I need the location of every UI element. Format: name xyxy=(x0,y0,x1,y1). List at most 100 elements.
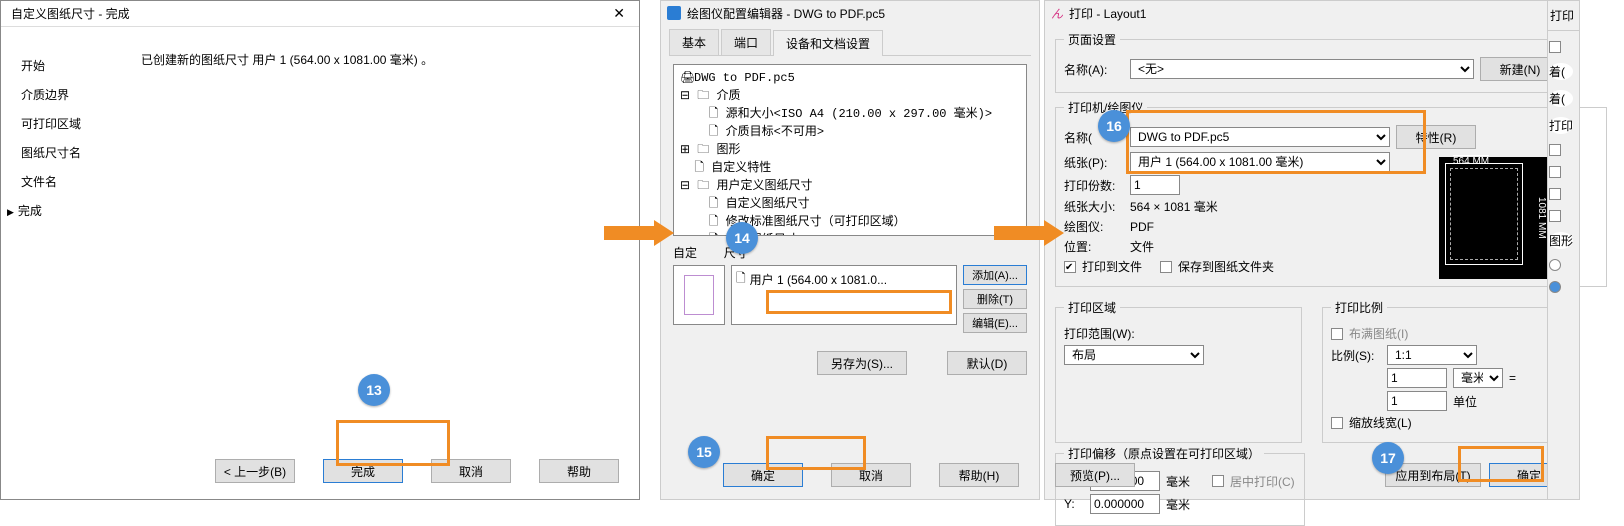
save-as-button[interactable]: 另存为(S)... xyxy=(817,351,907,375)
ok-button[interactable]: 确定 xyxy=(723,463,803,487)
edit-button[interactable]: 编辑(E)... xyxy=(963,313,1027,333)
clipped-check-4[interactable] xyxy=(1549,210,1561,222)
config-tree[interactable]: 🖨DWG to PDF.pc5 ⊟ 🗀 介质 🗋 源和大小<ISO A4 (21… xyxy=(673,64,1027,236)
tab-strip: 基本 端口 设备和文档设置 xyxy=(669,29,1031,56)
preview-sheet xyxy=(1445,163,1523,265)
clipped-right-panel: 打印 着( 着( 打印 图形 xyxy=(1547,1,1579,499)
scale-lineweight-label: 缩放线宽(L) xyxy=(1349,414,1412,431)
plotter-label: 绘图仪: xyxy=(1064,218,1124,235)
scale-unit-input[interactable] xyxy=(1387,391,1447,411)
tree-media[interactable]: 介质 xyxy=(716,89,740,103)
print-to-file-checkbox[interactable] xyxy=(1064,261,1076,273)
step-media-bounds: 介质边界 xyxy=(21,80,121,109)
tab-basic[interactable]: 基本 xyxy=(669,29,719,55)
plotter-value: PDF xyxy=(1130,220,1154,234)
dialog-title: 绘图仪配置编辑器 - DWG to PDF.pc5 xyxy=(687,5,885,22)
dialog-custom-paper-complete: 自定义图纸尺寸 - 完成 ✕ 开始 介质边界 可打印区域 图纸尺寸名 文件名 完… xyxy=(0,0,640,500)
paper-size-value: 564 × 1081 毫米 xyxy=(1130,198,1218,215)
callout-14: 14 xyxy=(726,222,758,254)
finish-button[interactable]: 完成 xyxy=(323,459,403,483)
copies-input[interactable] xyxy=(1130,175,1180,195)
clipped-text-2: 着( xyxy=(1549,90,1573,107)
mm-label: 毫米 xyxy=(1166,496,1190,513)
paper-label: 纸张(P): xyxy=(1064,154,1124,171)
dialog-title: 自定义图纸尺寸 - 完成 xyxy=(9,5,130,22)
tree-custom-props[interactable]: 自定义特性 xyxy=(711,161,771,175)
title-bar: ん 打印 - Layout1 xyxy=(1045,1,1579,25)
step-start: 开始 xyxy=(21,51,121,80)
tree-user-paper[interactable]: 用户定义图纸尺寸 xyxy=(716,179,812,193)
scale-lineweight-checkbox[interactable] xyxy=(1331,417,1343,429)
scale-select[interactable]: 1:1 xyxy=(1387,345,1477,365)
custom-paper-list[interactable]: 🗋 用户 1 (564.00 x 1081.0... xyxy=(731,265,957,325)
fit-to-paper-checkbox[interactable] xyxy=(1331,328,1343,340)
print-range-select[interactable]: 布局 xyxy=(1064,345,1204,365)
tree-root[interactable]: DWG to PDF.pc5 xyxy=(694,71,795,85)
step-file-name: 文件名 xyxy=(21,167,121,196)
clipped-text-4: 图形 xyxy=(1549,232,1573,249)
clipped-text-1: 着( xyxy=(1549,63,1573,80)
close-icon[interactable]: ✕ xyxy=(611,5,631,22)
page-setup-name-select[interactable]: <无> xyxy=(1130,59,1474,79)
app-icon: ん xyxy=(1051,5,1063,22)
clipped-check-3[interactable] xyxy=(1549,188,1561,200)
title-bar: 绘图仪配置编辑器 - DWG to PDF.pc5 xyxy=(661,1,1039,25)
copies-label: 打印份数: xyxy=(1064,177,1124,194)
tree-source-size[interactable]: 源和大小<ISO A4 (210.00 x 297.00 毫米)> xyxy=(726,107,992,121)
clipped-check-1[interactable] xyxy=(1549,144,1561,156)
group-print-area: 打印区域 打印范围(W): 布局 xyxy=(1055,299,1302,443)
clipped-tab[interactable]: 打印 xyxy=(1548,1,1579,31)
clipped-gap-icon xyxy=(1549,41,1561,53)
help-button[interactable]: 帮助(H) xyxy=(939,463,1019,487)
clipped-radio-2[interactable] xyxy=(1549,281,1561,293)
page-icon: 🗋 xyxy=(736,269,746,290)
fit-to-paper-label: 布满图纸(I) xyxy=(1349,325,1408,342)
clipped-options: 着( 着( 打印 图形 xyxy=(1549,41,1573,293)
name-label: 名称(A): xyxy=(1064,61,1124,78)
cancel-button[interactable]: 取消 xyxy=(431,459,511,483)
paper-select[interactable]: 用户 1 (564.00 x 1081.00 毫米) xyxy=(1130,152,1390,172)
offset-y-input[interactable] xyxy=(1090,494,1160,514)
delete-button[interactable]: 删除(T) xyxy=(963,289,1027,309)
legend-page-setup: 页面设置 xyxy=(1064,31,1120,48)
tree-custom-paper[interactable]: 自定义图纸尺寸 xyxy=(726,197,810,211)
clipped-radio-1[interactable] xyxy=(1549,259,1561,271)
tab-device-doc[interactable]: 设备和文档设置 xyxy=(773,30,883,56)
y-label: Y: xyxy=(1064,497,1084,511)
back-button[interactable]: < 上一步(B) xyxy=(215,459,295,483)
tab-port[interactable]: 端口 xyxy=(721,29,771,55)
completion-message: 已创建新的图纸尺寸 用户 1 (564.00 x 1081.00 毫米) 。 xyxy=(121,51,619,225)
save-to-folder-label: 保存到图纸文件夹 xyxy=(1178,258,1274,275)
group-print-scale: 打印比例 布满图纸(I) 比例(S): 1:1 毫米 = 单位 xyxy=(1322,299,1569,443)
default-button[interactable]: 默认(D) xyxy=(947,351,1027,375)
save-to-folder-checkbox[interactable] xyxy=(1160,261,1172,273)
legend-print-offset: 打印偏移（原点设置在可打印区域） xyxy=(1064,445,1264,462)
clipped-check-2[interactable] xyxy=(1549,166,1561,178)
legend-print-scale: 打印比例 xyxy=(1331,299,1387,316)
scale-mm-input[interactable] xyxy=(1387,368,1447,388)
list-item: 🗋 用户 1 (564.00 x 1081.0... xyxy=(734,268,954,291)
tree-media-target[interactable]: 介质目标<不可用> xyxy=(726,125,824,139)
paper-size-label: 纸张大小: xyxy=(1064,198,1124,215)
scale-label: 比例(S): xyxy=(1331,347,1381,364)
clipped-text-3: 打印 xyxy=(1549,117,1573,134)
print-range-label: 打印范围(W): xyxy=(1064,325,1135,342)
add-button[interactable]: 添加(A)... xyxy=(963,265,1027,285)
preview-button[interactable]: 预览(P)... xyxy=(1055,463,1135,487)
list-item-label[interactable]: 用户 1 (564.00 x 1081.0... xyxy=(750,271,887,288)
dialog-print: ん 打印 - Layout1 页面设置 名称(A): <无> 新建(N) 打印机… xyxy=(1044,0,1580,500)
tree-graphics[interactable]: 图形 xyxy=(716,143,740,157)
wizard-steps: 开始 介质边界 可打印区域 图纸尺寸名 文件名 完成 xyxy=(21,51,121,225)
unit-label: 单位 xyxy=(1453,393,1477,410)
paper-preview-icon xyxy=(673,265,725,325)
help-button[interactable]: 帮助 xyxy=(539,459,619,483)
scale-unit-select[interactable]: 毫米 xyxy=(1453,368,1503,388)
step-printable-area: 可打印区域 xyxy=(21,109,121,138)
group-page-setup: 页面设置 名称(A): <无> 新建(N) xyxy=(1055,31,1569,93)
cancel-button[interactable]: 取消 xyxy=(831,463,911,487)
properties-button[interactable]: 特性(R) xyxy=(1396,125,1476,149)
legend-print-area: 打印区域 xyxy=(1064,299,1120,316)
print-to-file-label: 打印到文件 xyxy=(1082,258,1142,275)
printer-name-select[interactable]: DWG to PDF.pc5 xyxy=(1130,127,1390,147)
step-paper-name: 图纸尺寸名 xyxy=(21,138,121,167)
